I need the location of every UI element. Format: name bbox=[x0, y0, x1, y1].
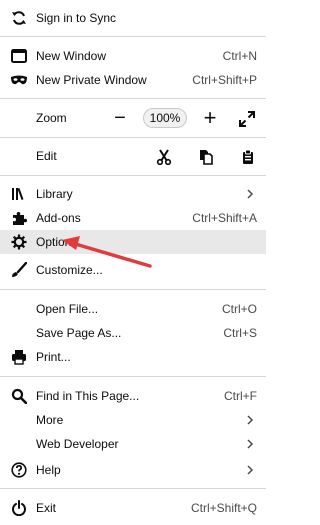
annotation-arrow bbox=[62, 236, 152, 268]
app-menu-panel: Sign in to Sync New Window Ctrl+N New Pr… bbox=[0, 0, 266, 525]
